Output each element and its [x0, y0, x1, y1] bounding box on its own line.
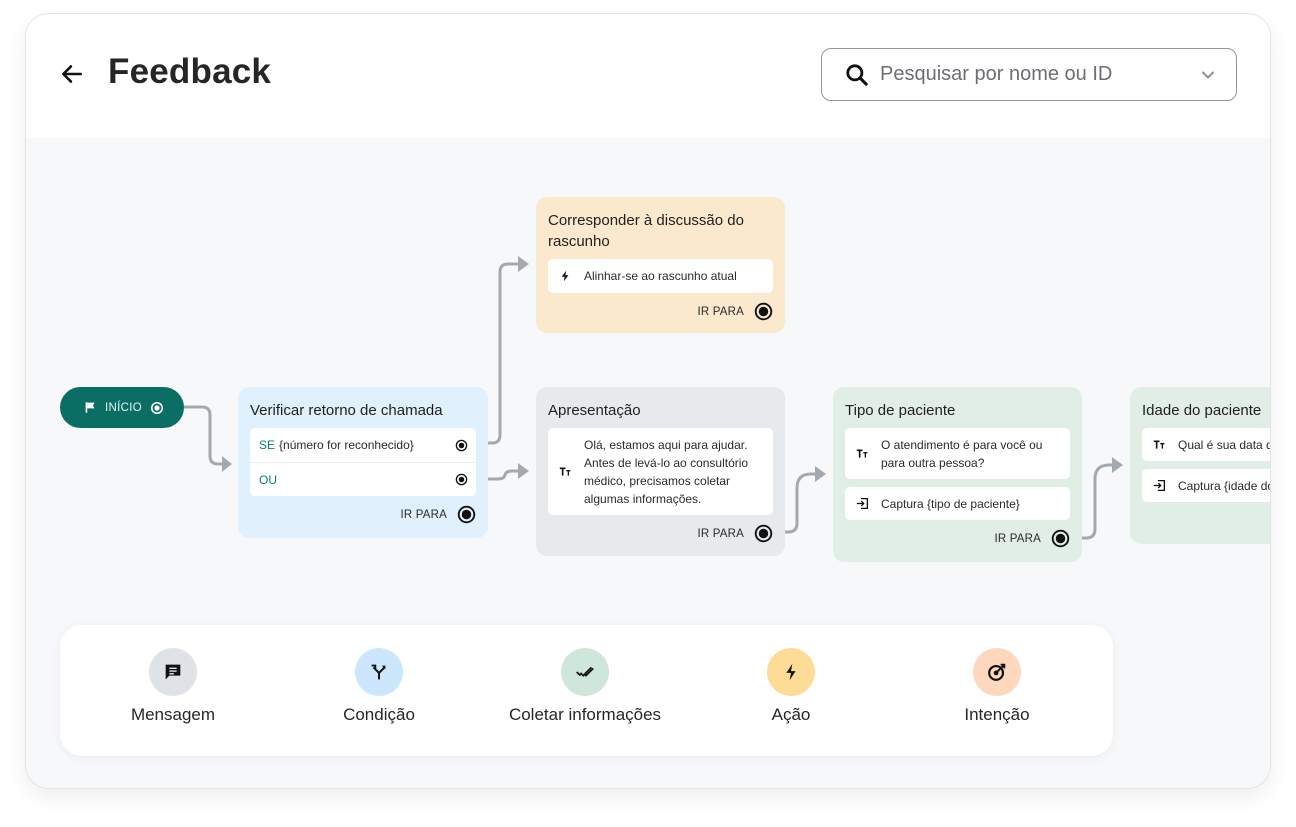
- output-port-icon[interactable]: [455, 439, 468, 452]
- goto-label: IR PARA: [697, 527, 744, 540]
- palette-item-intent[interactable]: Intenção: [897, 648, 1097, 725]
- node-title: Verificar retorno de chamada: [250, 402, 443, 419]
- action-node[interactable]: Corresponder à discussão do rascunho Ali…: [536, 197, 785, 333]
- arrowhead: [222, 456, 232, 472]
- output-port-icon[interactable]: [150, 401, 164, 415]
- card-text: Alinhar-se ao rascunho atual: [584, 269, 737, 283]
- collect-node-patient-type[interactable]: Tipo de paciente O atendimento é para vo…: [833, 387, 1082, 562]
- target-icon: [988, 663, 1006, 681]
- text-icon: [559, 467, 570, 476]
- goto-label: IR PARA: [994, 532, 1041, 545]
- message-icon: [165, 664, 181, 680]
- palette-item-collect-info[interactable]: Coletar informações: [485, 648, 685, 725]
- search-icon: [846, 63, 868, 86]
- bolt-icon: [561, 270, 569, 282]
- card-text: Captura {tipo de paciente}: [881, 496, 1020, 511]
- node-title: Corresponder à discussão do rascunho: [548, 212, 744, 250]
- condition-row-else[interactable]: OU: [250, 462, 476, 496]
- capture-card[interactable]: Captura {tipo de paciente}: [845, 487, 1070, 520]
- card-text: Captura {idade do paciente}: [1178, 478, 1270, 493]
- node-title: Apresentação: [548, 402, 641, 419]
- card-text: O atendimento é para você ou para outra …: [881, 437, 1043, 470]
- flow-canvas[interactable]: INÍCIO Verificar retorno de chamada SE {…: [26, 138, 1270, 788]
- goto-row: IR PARA: [845, 529, 1070, 548]
- message-card[interactable]: Olá, estamos aqui para ajudar. Antes de …: [548, 428, 773, 515]
- palette-item-condition[interactable]: Condição: [279, 648, 479, 725]
- condition-text: {número for reconhecido}: [279, 438, 414, 452]
- node-title: Idade do paciente: [1142, 402, 1262, 419]
- message-node[interactable]: Apresentação Olá, estamos aqui para ajud…: [536, 387, 785, 556]
- goto-port-icon[interactable]: [1051, 529, 1070, 548]
- split-icon: [371, 664, 386, 680]
- header: Feedback Pesquisar por nome ou ID: [26, 14, 1270, 138]
- collect-node-patient-age[interactable]: Idade do paciente Qual é sua data de nas…: [1130, 387, 1270, 544]
- arrowhead: [815, 466, 826, 482]
- palette-label: Ação: [771, 705, 811, 724]
- goto-port-icon[interactable]: [754, 302, 773, 321]
- card-text: Olá, estamos aqui para ajudar. Antes de …: [584, 437, 749, 506]
- condition-keyword: SE: [259, 438, 276, 452]
- search-placeholder: Pesquisar por nome ou ID: [880, 63, 1113, 85]
- palette-label: Coletar informações: [508, 705, 662, 724]
- capture-card[interactable]: Captura {idade do paciente}: [1142, 469, 1270, 502]
- condition-rows: SE {número for reconhecido} OU: [250, 428, 476, 496]
- capture-icon: [1153, 479, 1165, 492]
- action-card[interactable]: Alinhar-se ao rascunho atual: [548, 259, 773, 293]
- text-icon: [1153, 440, 1164, 449]
- goto-port-icon[interactable]: [457, 505, 476, 524]
- double-check-icon: [576, 666, 594, 677]
- card-text: Qual é sua data de nascimento?: [1178, 437, 1270, 452]
- goto-label: IR PARA: [400, 508, 447, 521]
- condition-row-if[interactable]: SE {número for reconhecido}: [250, 428, 476, 462]
- flag-icon: [85, 402, 95, 413]
- bolt-icon: [786, 663, 796, 681]
- condition-keyword: OU: [259, 472, 277, 487]
- text-icon: [856, 449, 867, 458]
- arrowhead: [1112, 457, 1123, 473]
- start-node[interactable]: INÍCIO: [60, 387, 184, 428]
- arrowhead: [518, 463, 529, 479]
- arrow-left-icon: [62, 65, 82, 83]
- output-port-icon[interactable]: [455, 473, 468, 486]
- start-label: INÍCIO: [105, 401, 142, 414]
- back-button[interactable]: [59, 61, 85, 87]
- flow-editor-window: Feedback Pesquisar por nome ou ID INÍCIO…: [25, 13, 1271, 789]
- search-input[interactable]: Pesquisar por nome ou ID: [821, 48, 1237, 101]
- capture-icon: [856, 497, 868, 510]
- palette-item-action[interactable]: Ação: [691, 648, 891, 725]
- chevron-down-icon[interactable]: [1198, 65, 1218, 85]
- page-title: Feedback: [108, 52, 272, 91]
- condition-node[interactable]: Verificar retorno de chamada SE {número …: [238, 387, 488, 538]
- goto-port-icon[interactable]: [754, 524, 773, 543]
- goto-label: IR PARA: [697, 305, 744, 318]
- arrowhead: [518, 256, 529, 272]
- palette-label: Intenção: [964, 705, 1030, 724]
- question-card[interactable]: Qual é sua data de nascimento?: [1142, 428, 1270, 461]
- question-card[interactable]: O atendimento é para você ou para outra …: [845, 428, 1070, 479]
- palette-item-message[interactable]: Mensagem: [73, 648, 273, 725]
- goto-row: IR PARA: [548, 524, 773, 543]
- goto-row: IR PARA: [548, 302, 773, 321]
- palette-label: Condição: [343, 705, 415, 724]
- node-palette: Mensagem Condição Coletar informações Aç…: [60, 625, 1113, 756]
- palette-label: Mensagem: [130, 705, 216, 724]
- goto-row: IR PARA: [250, 505, 476, 524]
- node-title: Tipo de paciente: [845, 402, 956, 419]
